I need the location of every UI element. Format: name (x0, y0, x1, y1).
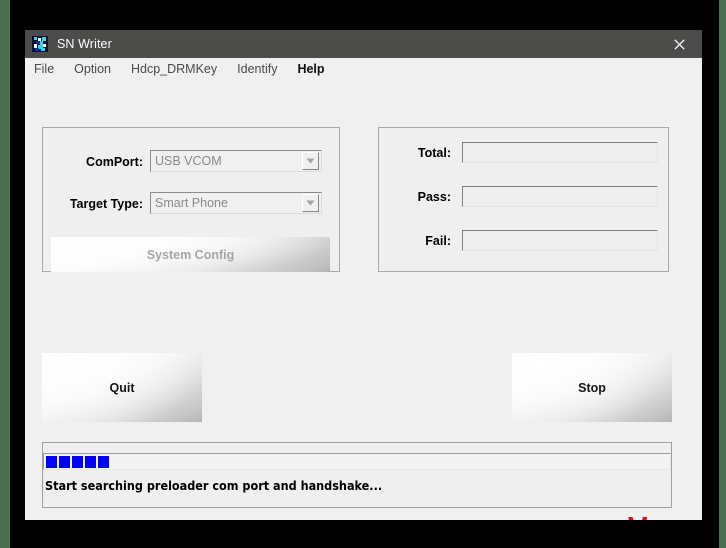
stop-button-label: Stop (578, 380, 606, 395)
client-area: ComPort: USB VCOM Target Type: Smart Pho… (25, 80, 702, 520)
comport-dropdown[interactable]: USB VCOM (150, 150, 322, 172)
menu-item-help[interactable]: Help (297, 62, 324, 76)
sn-writer-window: SN Writer File Option Hdcp_DRMKey Identi… (25, 30, 702, 520)
title-bar: SN Writer (25, 30, 702, 58)
settings-groupbox: ComPort: USB VCOM Target Type: Smart Pho… (42, 127, 340, 272)
pass-label: Pass: (417, 190, 451, 204)
target-type-value: Smart Phone (155, 196, 228, 210)
app-icon (32, 36, 48, 52)
quit-button[interactable]: Quit (42, 353, 202, 422)
system-config-button[interactable]: System Config (51, 237, 330, 272)
stop-button[interactable]: Stop (512, 353, 672, 422)
comport-label: ComPort: (86, 155, 143, 169)
status-panel: Start searching preloader com port and h… (42, 442, 672, 508)
desktop-right-edge (719, 0, 726, 548)
pass-field[interactable] (462, 186, 658, 207)
quit-button-label: Quit (109, 380, 135, 395)
progress-chunk (59, 456, 70, 468)
target-type-dropdown[interactable]: Smart Phone (150, 192, 322, 214)
total-field[interactable] (462, 142, 658, 163)
fail-field[interactable] (462, 230, 658, 251)
menu-item-hdcp-drmkey[interactable]: Hdcp_DRMKey (131, 62, 217, 76)
progress-bar (43, 453, 671, 470)
close-button[interactable] (657, 30, 702, 58)
fail-label: Fail: (425, 234, 451, 248)
comport-value: USB VCOM (155, 154, 222, 168)
progress-chunk (72, 456, 83, 468)
close-icon (674, 38, 685, 50)
menu-item-identify[interactable]: Identify (237, 62, 277, 76)
menu-bar: File Option Hdcp_DRMKey Identify Help (25, 58, 702, 80)
counters-groupbox: Total: Pass: Fail: (378, 127, 669, 272)
progress-chunk (85, 456, 96, 468)
target-type-label: Target Type: (69, 197, 143, 211)
desktop-left-edge (0, 0, 10, 548)
chevron-down-icon[interactable] (302, 194, 319, 212)
system-config-button-label: System Config (146, 247, 235, 262)
progress-chunk (98, 456, 109, 468)
progress-chunk (46, 456, 57, 468)
menu-item-option[interactable]: Option (74, 62, 111, 76)
window-title: SN Writer (57, 37, 112, 51)
chevron-down-icon[interactable] (302, 152, 319, 170)
status-message: Start searching preloader com port and h… (45, 478, 383, 493)
total-label: Total: (417, 146, 451, 160)
menu-item-file[interactable]: File (34, 62, 54, 76)
